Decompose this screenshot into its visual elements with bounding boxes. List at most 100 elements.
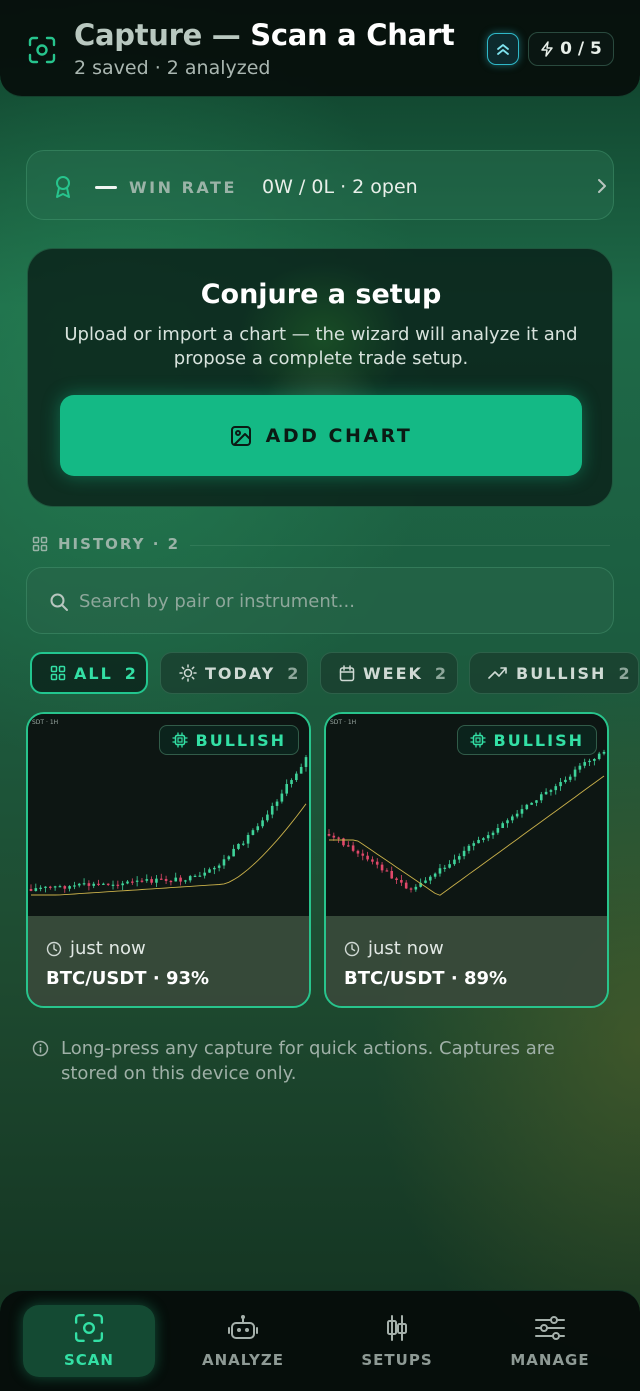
candle-body — [44, 886, 47, 888]
candle-body — [135, 880, 139, 882]
title-main: Scan a Chart — [250, 18, 455, 52]
sliders-icon — [535, 1316, 565, 1340]
nav-analyze[interactable]: ANALYZE — [177, 1305, 309, 1377]
candle-body — [578, 765, 582, 770]
candle-body — [539, 794, 543, 801]
nav-label: SETUPS — [361, 1351, 433, 1369]
candle-body — [48, 886, 52, 888]
capture-pair: BTC/USDT · 89% — [344, 968, 508, 989]
candle-body — [351, 845, 355, 851]
filter-chip-count: 2 — [124, 663, 136, 683]
title-lead: Capture — — [74, 18, 241, 52]
candle-body — [280, 793, 284, 802]
candle-body — [92, 883, 96, 886]
info-note-text: Long-press any capture for quick actions… — [61, 1038, 555, 1084]
capture-time: just now — [46, 938, 146, 959]
candle-body — [270, 805, 274, 815]
candle-body — [251, 830, 255, 835]
nav-scan[interactable]: SCAN — [23, 1305, 155, 1377]
candle-body — [443, 867, 447, 869]
candle-body — [371, 859, 374, 862]
candle-body — [535, 800, 538, 803]
scan-icon — [28, 36, 56, 64]
filter-chip-label: BULLISH — [516, 663, 607, 683]
info-icon — [32, 1040, 49, 1057]
candle-body — [299, 766, 303, 774]
candle-body — [414, 886, 418, 890]
nav-manage[interactable]: MANAGE — [484, 1305, 616, 1377]
candle-body — [491, 832, 495, 836]
candlestick-icon — [387, 1315, 407, 1341]
candle-body — [261, 820, 264, 827]
candle-body — [486, 835, 490, 839]
candle-body — [140, 880, 144, 882]
candle-body — [525, 804, 529, 810]
candle-body — [361, 853, 365, 856]
hero-title: Conjure a setup — [200, 279, 442, 310]
candle-body — [501, 823, 504, 829]
add-chart-button[interactable]: ADD CHART — [60, 395, 582, 476]
nav-setups[interactable]: SETUPS — [331, 1305, 463, 1377]
win-rate-label: WIN RATE — [129, 178, 237, 197]
filter-chip-label: TODAY — [205, 663, 276, 683]
candle-body — [549, 790, 553, 792]
filter-chip-today[interactable]: TODAY 2 — [160, 652, 308, 694]
search-icon — [50, 593, 68, 611]
win-rate-card[interactable]: WIN RATE 0W / 0L · 2 open — [26, 150, 614, 220]
candle-body — [453, 859, 456, 865]
bolt-icon — [541, 41, 553, 57]
candle-body — [530, 802, 533, 805]
candle-body — [106, 883, 110, 885]
candle-body — [356, 850, 360, 854]
candle-body — [337, 837, 340, 839]
filter-chip-all[interactable]: ALL 2 — [30, 652, 148, 694]
rank-button[interactable] — [487, 33, 519, 65]
candle-body — [87, 883, 91, 886]
thumbnail-pair-label: SDT · 1H — [330, 719, 357, 726]
candle-body — [482, 838, 485, 840]
filter-chip-bullish[interactable]: BULLISH 2 — [469, 652, 639, 694]
candle-body — [68, 886, 71, 889]
capture-pair: BTC/USDT · 93% — [46, 968, 210, 989]
candle-body — [159, 878, 163, 880]
candle-body — [597, 753, 601, 759]
candle-body — [246, 834, 250, 844]
grid-icon — [50, 665, 66, 681]
candle-body — [256, 826, 260, 831]
credits-counter[interactable]: 0 / 5 — [528, 32, 614, 66]
candle-body — [366, 855, 369, 860]
history-label: HISTORY · 2 — [58, 535, 181, 553]
capture-time: just now — [344, 938, 444, 959]
sun-icon — [179, 664, 197, 682]
search-bar[interactable] — [26, 567, 614, 634]
chip-icon — [171, 732, 188, 748]
candle-body — [155, 878, 158, 883]
candle-body — [438, 868, 442, 874]
candle-body — [602, 751, 606, 754]
candle-body — [390, 870, 394, 879]
filter-chip-count: 2 — [434, 663, 447, 683]
clock-icon — [344, 941, 360, 956]
candle-body — [198, 875, 202, 877]
candle-body — [568, 776, 572, 780]
candle-body — [184, 880, 187, 882]
candle-body — [222, 859, 226, 866]
capture-card[interactable]: SDT · 1H BULLISH just now BTC/USDT · 89% — [324, 712, 609, 1008]
candle-body — [77, 883, 81, 886]
candle-body — [472, 843, 476, 846]
sentiment-badge: BULLISH — [158, 725, 299, 755]
candle-body — [266, 814, 269, 821]
capture-card[interactable]: SDT · 1H BULLISH just now BTC/USDT · 93% — [26, 712, 311, 1008]
calendar-icon — [339, 664, 355, 681]
filter-chip-week[interactable]: WEEK 2 — [320, 652, 458, 694]
candle-body — [53, 886, 57, 888]
candle-body — [380, 864, 384, 871]
candle-body — [213, 867, 216, 870]
candle-body — [73, 885, 76, 887]
search-input[interactable] — [79, 586, 579, 616]
candle-body — [126, 881, 129, 884]
add-chart-label: ADD CHART — [265, 424, 413, 447]
candle-body — [237, 843, 240, 849]
candle-body — [169, 880, 173, 883]
nav-label: ANALYZE — [202, 1351, 284, 1369]
